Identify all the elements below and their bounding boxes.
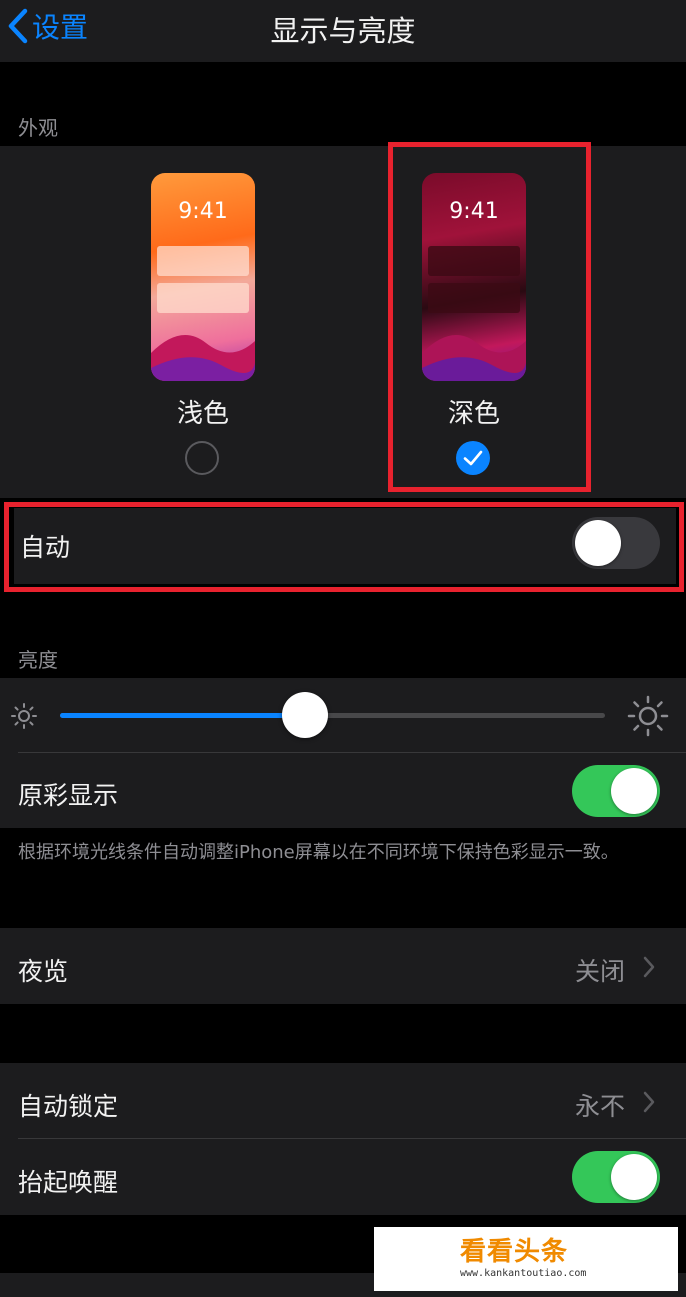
light-preview-image: 9:41 [151,173,255,381]
raise-to-wake-label: 抬起唤醒 [18,1168,119,1197]
appearance-option-light[interactable]: 9:41 浅色 [140,165,265,495]
chevron-right-icon [643,956,655,978]
separator [18,1138,686,1139]
true-tone-footer: 根据环境光线条件自动调整iPhone屏幕以在不同环境下保持色彩显示一致。 [18,842,619,863]
chevron-right-icon [643,1091,655,1113]
sun-small-icon [11,703,37,729]
light-preview-notification [157,246,249,276]
auto-lock-value: 永不 [575,1092,626,1121]
raise-to-wake-toggle[interactable] [572,1151,660,1203]
auto-row-highlight-box [4,502,684,592]
section-label-brightness: 亮度 [18,648,58,672]
light-radio[interactable] [185,441,219,475]
separator [18,752,686,753]
auto-lock-label: 自动锁定 [18,1092,119,1121]
night-shift-label: 夜览 [18,957,69,986]
light-preview-time: 9:41 [178,199,228,224]
brightness-slider-thumb[interactable] [282,692,329,738]
brightness-slider-fill [60,713,306,718]
night-shift-value: 关闭 [575,957,626,986]
toggle-knob [611,1154,657,1200]
dark-option-highlight-box [388,142,591,492]
light-preview-notification [157,283,249,313]
sun-large-icon [627,695,669,737]
light-label: 浅色 [176,399,229,429]
brightness-slider-track[interactable] [60,692,605,738]
light-wallpaper-wave [151,335,255,381]
watermark-url: www.kankantoutiao.com [460,1268,587,1279]
watermark-logo-text: 看看头条 [460,1237,569,1267]
section-label-appearance: 外观 [18,116,58,140]
page-title: 显示与亮度 [270,14,416,48]
toggle-knob [611,768,657,814]
watermark: 看看头条 www.kankantoutiao.com [374,1227,678,1291]
true-tone-toggle[interactable] [572,765,660,817]
true-tone-label: 原彩显示 [18,781,119,810]
